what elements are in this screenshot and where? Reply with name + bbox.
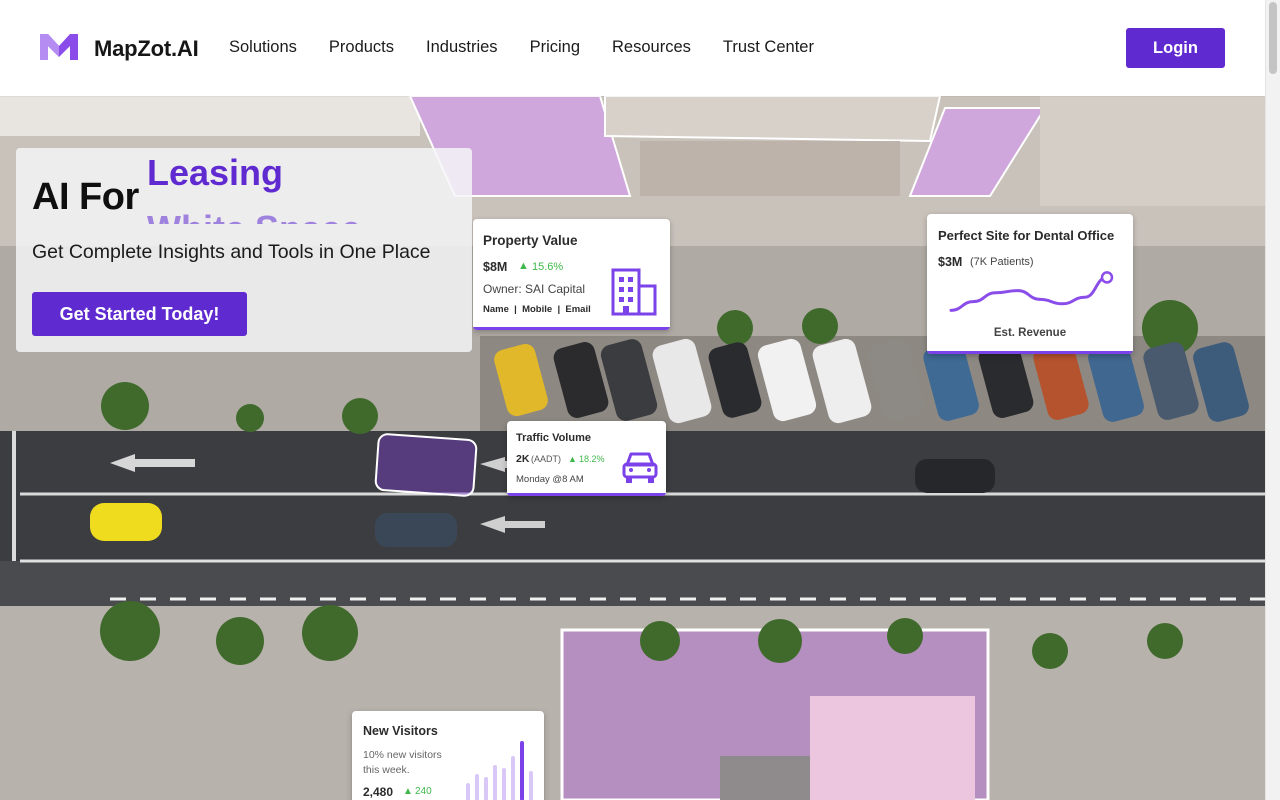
top-navbar: MapZot.AI Solutions Products Industries … (0, 0, 1265, 96)
property-card-accent-bar (473, 327, 670, 330)
property-card-title: Property Value (483, 233, 578, 248)
scrollbar-thumb[interactable] (1269, 2, 1277, 74)
nav-item-solutions[interactable]: Solutions (229, 38, 297, 57)
mapzot-logo[interactable] (38, 30, 80, 64)
visitors-bar (484, 777, 488, 800)
car-icon (622, 452, 658, 483)
traffic-card-time: Monday @8 AM (516, 474, 584, 485)
traffic-card-change: 18.2% (579, 454, 605, 464)
property-card-value: $8M (483, 260, 508, 274)
m-logo-icon (40, 34, 78, 60)
visitors-card-change: 240 (415, 786, 432, 797)
visitors-change-up-icon: ▲ (403, 786, 413, 797)
hero-rotating-word-current: Leasing (147, 152, 284, 193)
nav-item-trust-center[interactable]: Trust Center (723, 38, 814, 57)
traffic-card-value: 2K (516, 453, 530, 465)
visitors-bar (466, 783, 470, 800)
visitors-bar (493, 765, 497, 800)
visitors-bar (529, 771, 533, 800)
hero-panel: AI For Leasing White Space Get Complete … (16, 148, 472, 352)
highlighted-taxi-marker[interactable] (374, 432, 478, 498)
nav-item-pricing[interactable]: Pricing (530, 38, 580, 57)
building-icon (611, 268, 657, 316)
dental-card-value: $3M (938, 255, 963, 269)
visitors-card-detail-line1: 10% new visitors (363, 749, 442, 761)
revenue-trend-chart (949, 271, 1114, 312)
main-nav: Solutions Products Industries Pricing Re… (229, 38, 846, 57)
visitors-bar (511, 756, 515, 800)
nav-item-products[interactable]: Products (329, 38, 394, 57)
nav-item-resources[interactable]: Resources (612, 38, 691, 57)
visitors-card-value: 2,480 (363, 785, 394, 799)
visitors-bar (520, 741, 524, 800)
property-card-change: 15.6% (532, 261, 564, 273)
dental-card-accent-bar (927, 351, 1133, 354)
dental-card-detail: (7K Patients) (970, 256, 1034, 268)
dental-card-title: Perfect Site for Dental Office (938, 228, 1115, 243)
visitors-bar-chart (466, 741, 533, 800)
dental-card-caption: Est. Revenue (993, 327, 1067, 339)
visitors-card-detail-line2: this week. (363, 764, 410, 776)
traffic-card-accent-bar (507, 493, 666, 496)
visitors-bar (475, 774, 479, 800)
property-value-card[interactable]: Property Value $8M ▲ 15.6% Owner: SAI Ca… (473, 219, 670, 330)
page-scrollbar[interactable] (1265, 0, 1280, 800)
dental-site-card[interactable]: Perfect Site for Dental Office $3M (7K P… (927, 214, 1133, 354)
property-card-fields: Name | Mobile | Email (483, 304, 591, 315)
get-started-button[interactable]: Get Started Today! (32, 292, 247, 336)
hero-title-prefix: AI For (32, 176, 139, 218)
login-button[interactable]: Login (1126, 28, 1225, 68)
revenue-trend-line (949, 275, 1109, 312)
property-change-up-icon: ▲ (518, 260, 529, 272)
traffic-card-title: Traffic Volume (516, 432, 591, 444)
traffic-change-up-icon: ▲ (568, 454, 577, 464)
hero-subtitle: Get Complete Insights and Tools in One P… (32, 241, 431, 263)
property-card-owner: Owner: SAI Capital (483, 282, 586, 296)
revenue-trend-endpoint (1100, 271, 1114, 284)
visitors-card-title: New Visitors (363, 724, 438, 738)
traffic-volume-card[interactable]: Traffic Volume 2K (AADT) ▲ 18.2% Monday … (507, 421, 666, 496)
traffic-card-unit: (AADT) (531, 454, 561, 464)
brand-name[interactable]: MapZot.AI (94, 36, 199, 62)
new-visitors-card[interactable]: New Visitors 10% new visitors this week.… (352, 711, 544, 800)
nav-item-industries[interactable]: Industries (426, 38, 498, 57)
visitors-bar (502, 768, 506, 800)
